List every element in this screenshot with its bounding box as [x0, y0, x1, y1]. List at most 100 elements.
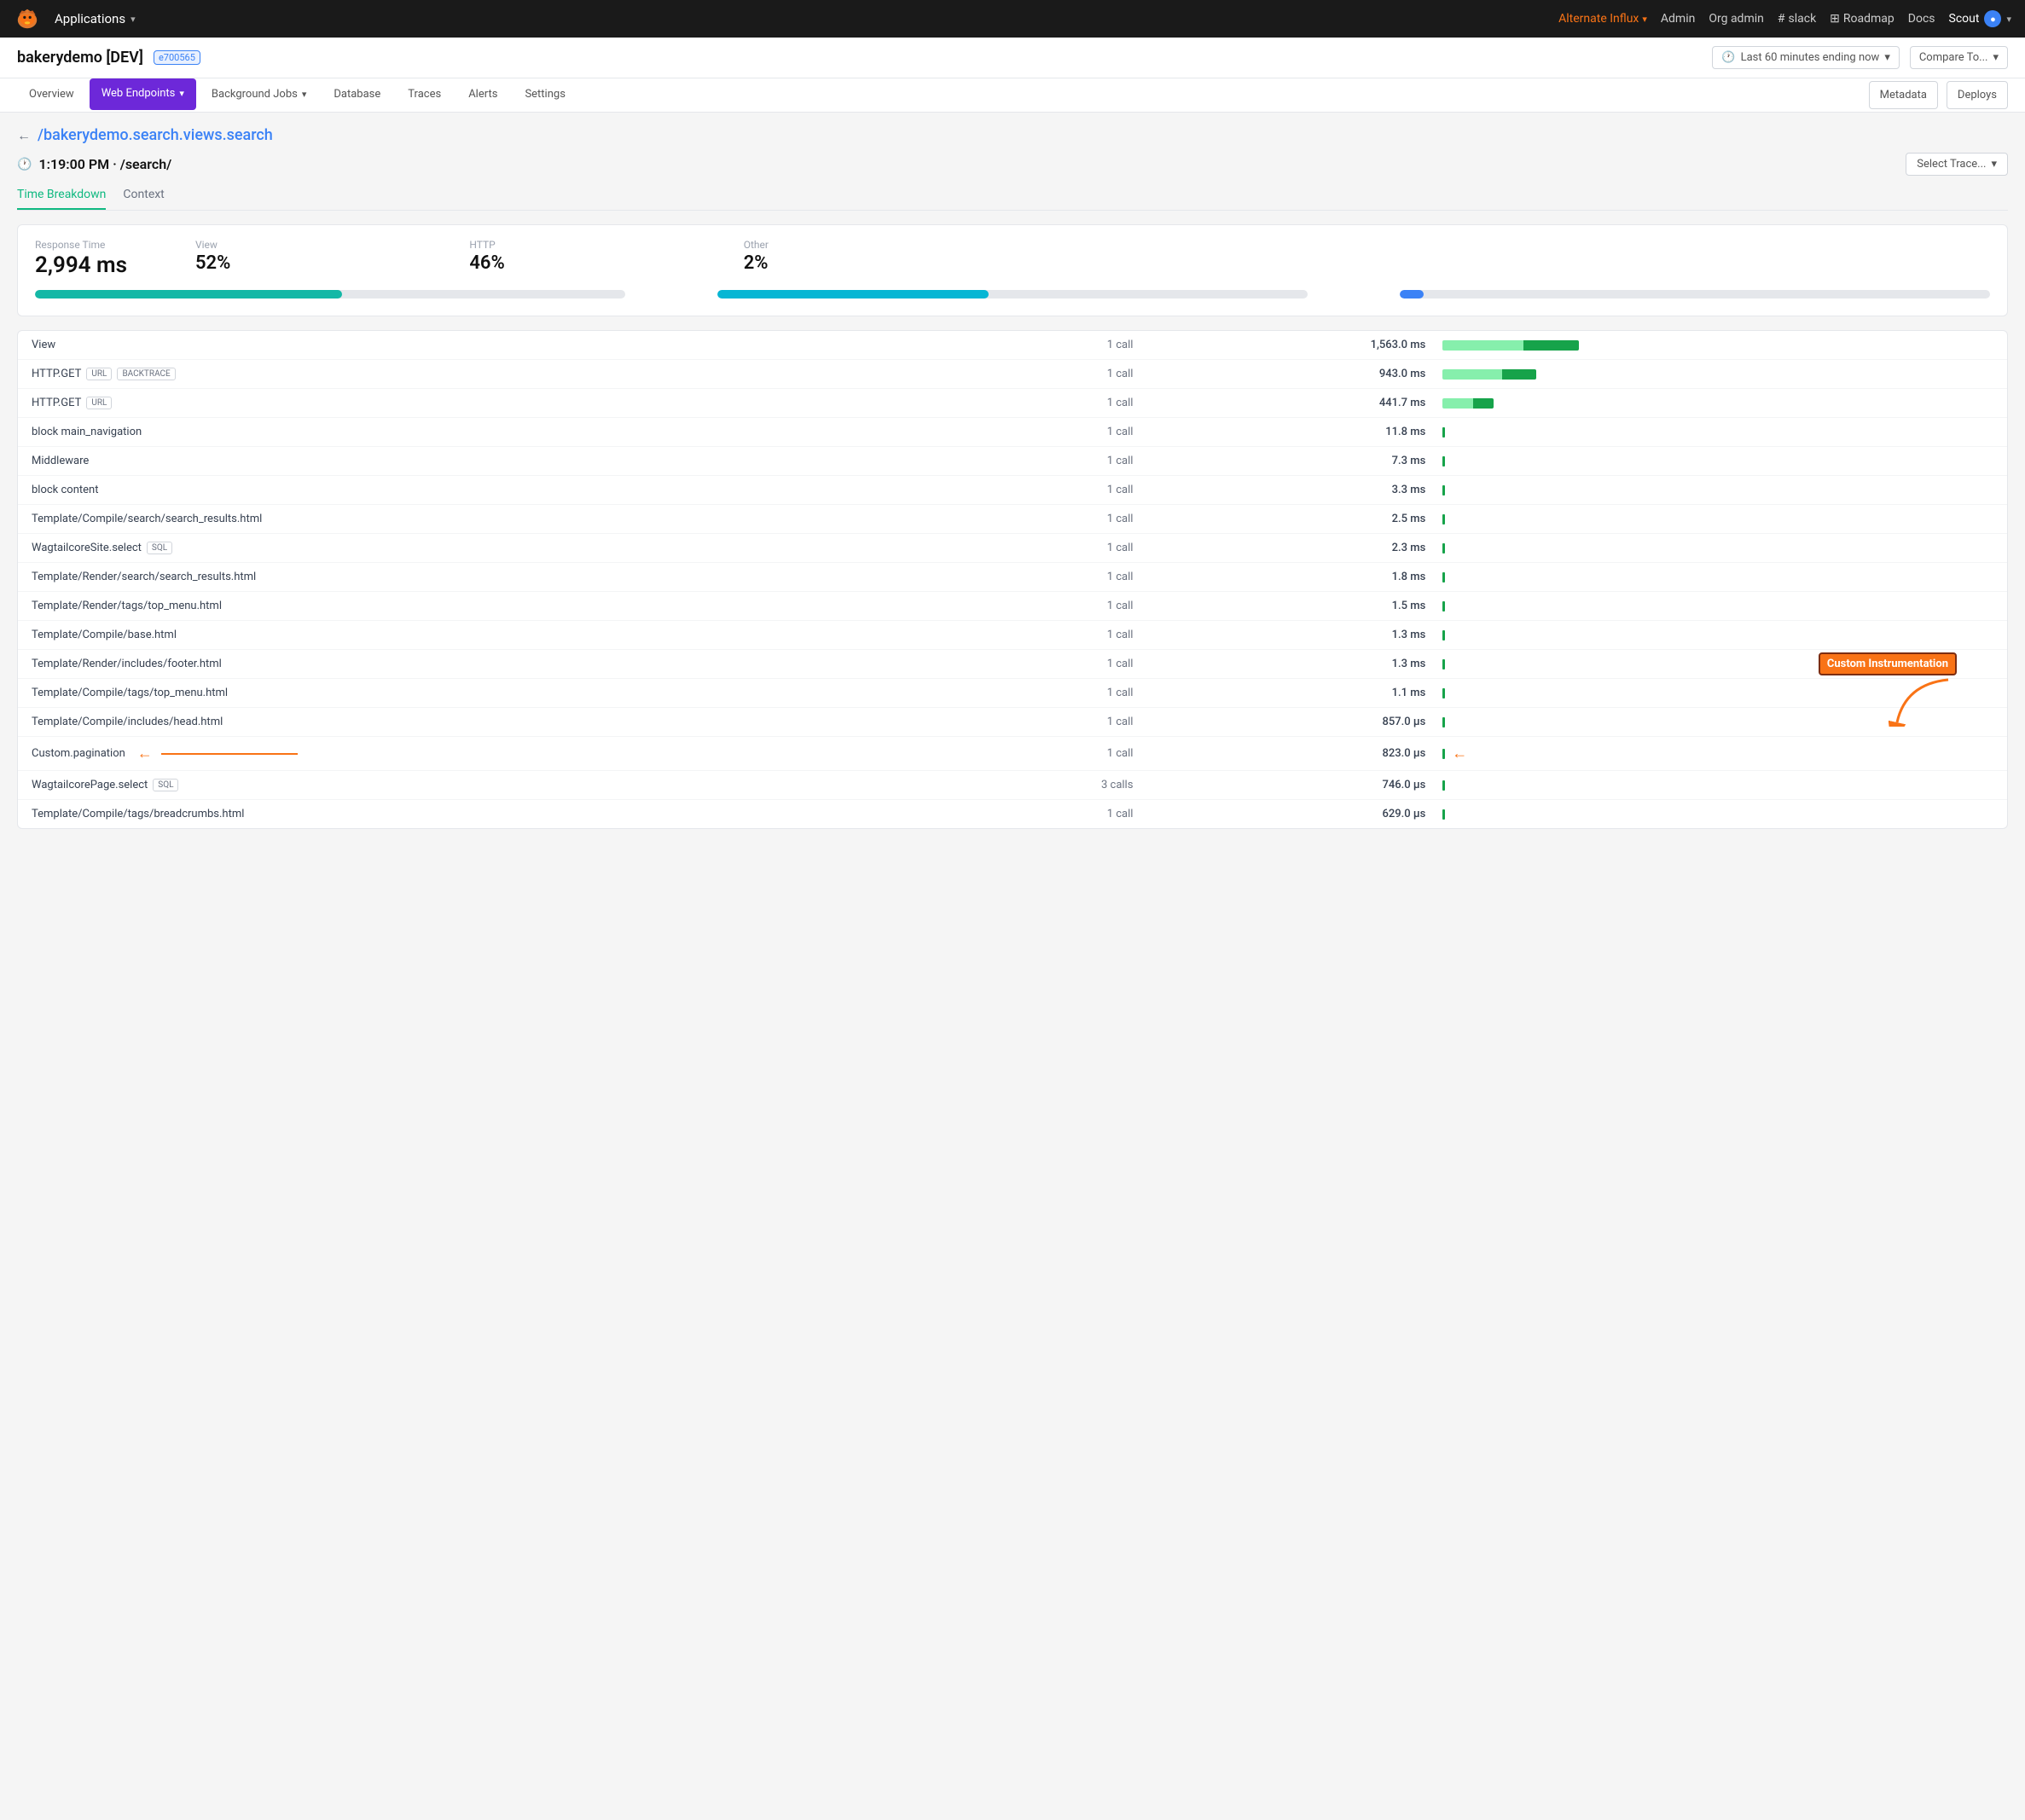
- slack-link[interactable]: # slack: [1778, 12, 1816, 26]
- url-tag[interactable]: URL: [86, 368, 112, 380]
- bar-dot: [1442, 688, 1445, 698]
- bar-dot: [1442, 780, 1445, 791]
- bar-http1: [1442, 369, 1536, 380]
- bar-dot: [1442, 601, 1445, 611]
- bar-dot: [1442, 514, 1445, 525]
- table-row: HTTP.GET URL BACKTRACE 1 call 943.0 ms: [18, 360, 2007, 389]
- table-row: WagtailcoreSite.select SQL 1 call 2.3 ms: [18, 534, 2007, 563]
- http-bar-fill: [717, 290, 989, 299]
- table-row: Template/Render/search/search_results.ht…: [18, 563, 2007, 592]
- chevron-down-icon: ▾: [1884, 51, 1890, 64]
- chevron-down-icon: ▾: [131, 14, 136, 25]
- table-row: Template/Compile/search/search_results.h…: [18, 505, 2007, 534]
- roadmap-icon: ⊞: [1830, 12, 1840, 26]
- trace-header: 🕐 1:19:00 PM · /search/ Select Trace... …: [17, 153, 2008, 176]
- scout-menu[interactable]: Scout ● ▾: [1949, 10, 2011, 27]
- tab-deploys[interactable]: Deploys: [1947, 81, 2008, 109]
- table-row-custom-pagination: Custom.pagination ← 1 call 823.0 μs ←: [18, 737, 2007, 771]
- trace-time: 1:19:00 PM · /search/: [38, 156, 171, 172]
- main-content: ← /bakerydemo.search.views.search 🕐 1:19…: [0, 113, 2025, 1820]
- table-row: Template/Compile/includes/head.html 1 ca…: [18, 708, 2007, 737]
- chevron-down-icon: ▾: [1642, 14, 1647, 25]
- breadcrumb-path[interactable]: /bakerydemo.search.views.search: [38, 126, 273, 144]
- alternate-influx-link[interactable]: Alternate Influx ▾: [1558, 12, 1647, 26]
- bar-dot: [1442, 630, 1445, 640]
- view-bar: [35, 290, 625, 299]
- left-arrow-icon2: ←: [1452, 745, 1467, 762]
- tab-traces[interactable]: Traces: [396, 79, 453, 111]
- bar-dot: [1442, 543, 1445, 554]
- time-selector[interactable]: 🕐 Last 60 minutes ending now ▾: [1712, 46, 1899, 69]
- url-tag[interactable]: URL: [86, 397, 112, 409]
- bar-http2: [1442, 398, 1494, 409]
- admin-link[interactable]: Admin: [1661, 12, 1695, 26]
- table-card: View 1 call 1,563.0 ms HTTP.GET URL BACK…: [17, 330, 2008, 829]
- annotation-arrow-icon: [1889, 675, 1957, 727]
- applications-dropdown[interactable]: Applications ▾: [55, 11, 136, 26]
- table-row: Template/Render/includes/footer.html 1 c…: [18, 650, 2007, 679]
- annotation-area: View 1 call 1,563.0 ms HTTP.GET URL BACK…: [17, 330, 2008, 829]
- stats-row: Response Time 2,994 ms View 52% HTTP 46%…: [35, 239, 1990, 278]
- annotation-label: Custom Instrumentation: [1819, 652, 1957, 675]
- response-time-stat: Response Time 2,994 ms: [35, 239, 127, 278]
- bar-view: [1442, 340, 1579, 351]
- chevron-down-icon: ▾: [179, 88, 184, 99]
- bar-dot: [1442, 485, 1445, 496]
- table-row: Template/Compile/base.html 1 call 1.3 ms: [18, 621, 2007, 650]
- table-row: WagtailcorePage.select SQL 3 calls 746.0…: [18, 771, 2007, 800]
- docs-link[interactable]: Docs: [1908, 12, 1935, 26]
- bar-dot: [1442, 659, 1445, 669]
- tab-database[interactable]: Database: [322, 79, 392, 111]
- tab-alerts[interactable]: Alerts: [456, 79, 509, 111]
- backtrace-tag[interactable]: BACKTRACE: [117, 368, 175, 380]
- table-row: Template/Render/tags/top_menu.html 1 cal…: [18, 592, 2007, 621]
- top-navigation: Applications ▾ Alternate Influx ▾ Admin …: [0, 0, 2025, 38]
- bar-dot: [1442, 809, 1445, 820]
- table-row: Template/Compile/tags/breadcrumbs.html 1…: [18, 800, 2007, 828]
- breadcrumb: ← /bakerydemo.search.views.search: [17, 126, 2008, 144]
- stats-card: Response Time 2,994 ms View 52% HTTP 46%…: [17, 224, 2008, 316]
- app-id-badge[interactable]: e700565: [154, 50, 200, 65]
- arrow-line: [161, 753, 298, 755]
- other-bar: [1400, 290, 1990, 299]
- scout-logo-icon[interactable]: [14, 5, 41, 32]
- chevron-down-icon: ▾: [302, 89, 307, 100]
- bar-dot: [1442, 427, 1445, 438]
- select-trace-dropdown[interactable]: Select Trace... ▾: [1906, 153, 2008, 176]
- sql-tag[interactable]: SQL: [153, 779, 178, 791]
- tab-context[interactable]: Context: [123, 188, 164, 210]
- table-row: block content 1 call 3.3 ms: [18, 476, 2007, 505]
- table-row: block main_navigation 1 call 11.8 ms: [18, 418, 2007, 447]
- breakdown-bars: [35, 290, 1990, 299]
- back-button[interactable]: ←: [17, 127, 31, 144]
- chevron-down-icon: ▾: [1991, 158, 1997, 171]
- bar-dot: [1442, 572, 1445, 583]
- chevron-down-icon: ▾: [1993, 51, 1999, 64]
- bar-dot: [1442, 717, 1445, 727]
- tab-metadata[interactable]: Metadata: [1869, 81, 1938, 109]
- tab-settings[interactable]: Settings: [513, 79, 577, 111]
- custom-instrumentation-annotation: Custom Instrumentation: [1819, 652, 1957, 727]
- view-stat: View 52%: [195, 239, 230, 278]
- app-title: bakerydemo [DEV]: [17, 49, 143, 67]
- tab-background-jobs[interactable]: Background Jobs ▾: [200, 79, 318, 111]
- tab-time-breakdown[interactable]: Time Breakdown: [17, 188, 106, 210]
- roadmap-link[interactable]: ⊞ Roadmap: [1830, 12, 1894, 26]
- sql-tag[interactable]: SQL: [147, 542, 172, 554]
- org-admin-link[interactable]: Org admin: [1709, 12, 1764, 26]
- bar-dot: [1442, 749, 1445, 759]
- inner-tab-bar: Time Breakdown Context: [17, 188, 2008, 211]
- clock-icon: 🕐: [1721, 51, 1735, 64]
- table-row: View 1 call 1,563.0 ms: [18, 331, 2007, 360]
- chevron-down-icon: ▾: [2006, 14, 2011, 25]
- clock-icon: 🕐: [17, 158, 32, 171]
- http-bar: [717, 290, 1308, 299]
- compare-selector[interactable]: Compare To... ▾: [1910, 46, 2008, 69]
- http-stat: HTTP 46%: [469, 239, 504, 278]
- tab-web-endpoints[interactable]: Web Endpoints ▾: [90, 78, 196, 110]
- other-bar-fill: [1400, 290, 1424, 299]
- bar-dot: [1442, 456, 1445, 467]
- other-stat: Other 2%: [744, 239, 769, 278]
- tab-overview[interactable]: Overview: [17, 79, 86, 111]
- table-row: HTTP.GET URL 1 call 441.7 ms: [18, 389, 2007, 418]
